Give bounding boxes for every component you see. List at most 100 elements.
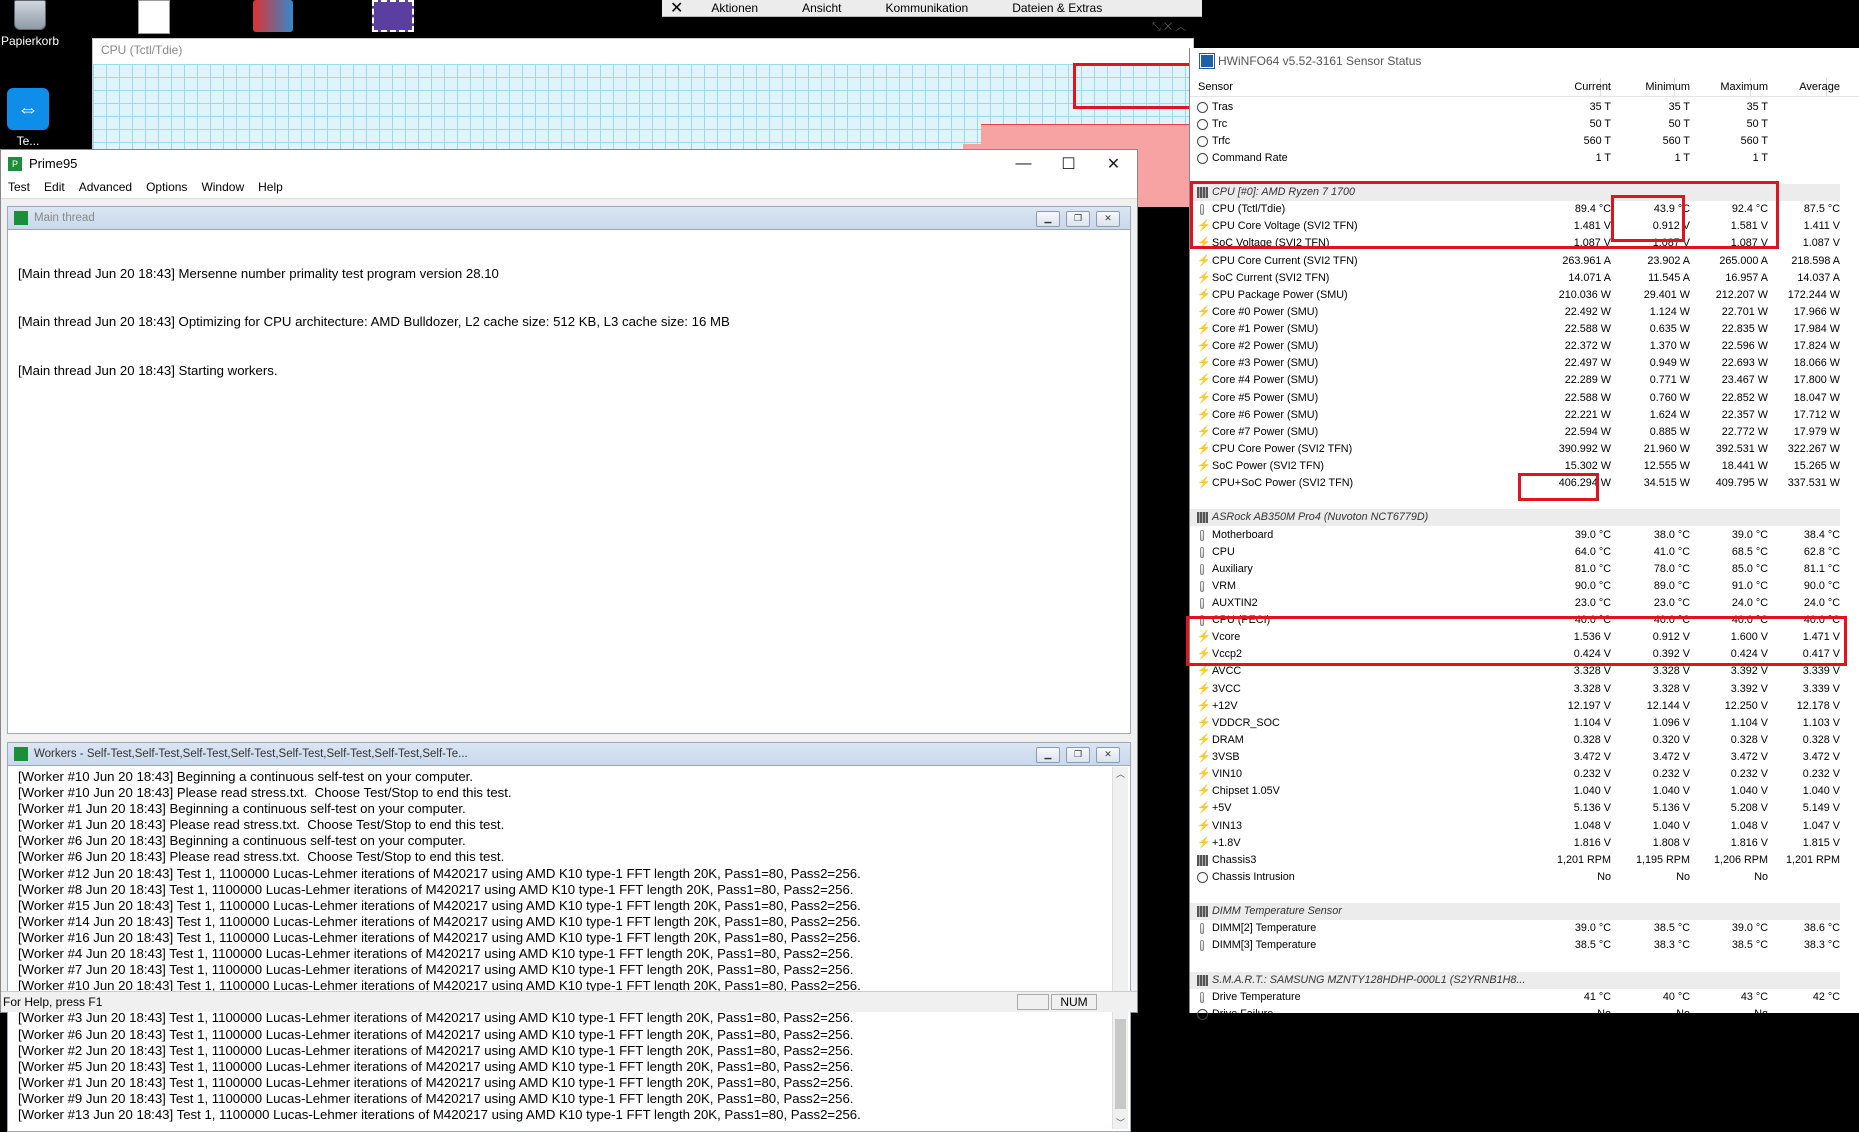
column-header-maximum[interactable]: Maximum (1688, 81, 1768, 93)
sensor-row[interactable]: Chassis3 1,201 RPM 1,195 RPM 1,206 RPM 1,201… (1190, 852, 1840, 869)
sensor-row[interactable]: ⚡ SoC Current (SVI2 TFN) 14.071 A 11.545 A 1… (1190, 270, 1840, 287)
sensor-row[interactable]: Chassis Intrusion No No No (1190, 869, 1840, 886)
teamviewer-shortcut[interactable]: ⇔ Te... (0, 88, 66, 148)
scroll-up-icon[interactable]: ︿ (1113, 767, 1128, 780)
sensor-row[interactable]: ⚡ Core #7 Power (SMU) 22.594 W 0.885 W 22.77… (1190, 424, 1840, 441)
close-button[interactable]: ✕ (1091, 150, 1136, 178)
recycle-bin-shortcut[interactable]: Papierkorb (0, 0, 68, 48)
sensor-row[interactable]: Motherboard 39.0 °C 38.0 °C 39.0 °C 38.4 °C (1190, 527, 1840, 544)
sensor-row[interactable]: CPU 64.0 °C 41.0 °C 68.5 °C 62.8 °C (1190, 544, 1840, 561)
toolbar-item-actions[interactable]: Aktionen (711, 1, 758, 15)
scroll-down-icon[interactable]: ﹀ (1113, 1116, 1128, 1129)
menu-edit[interactable]: Edit (37, 178, 72, 198)
sensor-row[interactable]: ⚡ Core #6 Power (SMU) 22.221 W 1.624 W 22.35… (1190, 407, 1840, 424)
document-desktop-icon[interactable] (138, 0, 170, 34)
sensor-row[interactable]: ⚡ 3VCC 3.328 V 3.328 V 3.392 V 3.339 V (1190, 681, 1840, 698)
toolbar-item-view[interactable]: Ansicht (802, 1, 841, 15)
close-icon[interactable]: ✕ (670, 0, 683, 16)
sensor-row[interactable]: Drive Temperature 41 °C 40 °C 43 °C 42 °C (1190, 989, 1840, 1006)
toolbar-item-communication[interactable]: Kommunikation (885, 1, 968, 15)
sensor-row[interactable]: ⚡ CPU Core Power (SVI2 TFN) 390.992 W 21.96… (1190, 441, 1840, 458)
sensor-name: Tras (1212, 100, 1234, 113)
sensor-row[interactable]: Auxiliary 81.0 °C 78.0 °C 85.0 °C 81.1 °C (1190, 561, 1840, 578)
column-header-current[interactable]: Current (1531, 81, 1611, 93)
mdi-app-icon (14, 211, 28, 225)
sensor-row[interactable]: Tras 35 T 35 T 35 T (1190, 99, 1840, 116)
maximum-value: 5.208 V (1730, 802, 1768, 815)
sensor-row[interactable]: ⚡ AVCC 3.328 V 3.328 V 3.392 V 3.339 V (1190, 663, 1840, 680)
maximize-button[interactable]: ☐ (1046, 150, 1091, 178)
sensor-row[interactable]: ⚡ VIN13 1.048 V 1.040 V 1.048 V 1.047 V (1190, 818, 1840, 835)
mdi-close-button[interactable]: ✕ (1096, 211, 1120, 227)
hwinfo-titlebar[interactable]: HWiNFO64 v5.52-3161 Sensor Status (1190, 48, 1859, 74)
sensor-row[interactable]: ⚡ DRAM 0.328 V 0.320 V 0.328 V 0.328 V (1190, 732, 1840, 749)
menu-options[interactable]: Options (139, 178, 194, 198)
sensor-group-header[interactable]: DIMM Temperature Sensor (1190, 903, 1840, 921)
current-value: 38.5 °C (1574, 939, 1611, 952)
column-header-sensor[interactable]: Sensor (1198, 81, 1233, 93)
toolbar-item-files[interactable]: Dateien & Extras (1012, 1, 1102, 15)
mdi-minimize-button[interactable]: ▁ (1036, 747, 1060, 763)
log-line: [Main thread Jun 20 18:43] Mersenne numb… (18, 266, 499, 282)
minimum-value: 11.545 A (1648, 271, 1690, 284)
sensor-row[interactable]: ⚡ SoC Power (SVI2 TFN) 15.302 W 12.555 W 18.… (1190, 458, 1840, 475)
toolbar-restore-icons[interactable]: ⤡ ✕ ︿ (1152, 18, 1186, 34)
menu-window[interactable]: Window (194, 178, 251, 198)
sensor-row[interactable]: ⚡ VDDCR_SOC 1.104 V 1.096 V 1.104 V 1.103 V (1190, 715, 1840, 732)
sensor-row[interactable]: ⚡ Core #3 Power (SMU) 22.497 W 0.949 W 22.69… (1190, 355, 1840, 372)
sensor-row[interactable]: ⚡ Chipset 1.05V 1.040 V 1.040 V 1.040 V 1.040… (1190, 783, 1840, 800)
sensor-row[interactable]: ⚡ +1.8V 1.816 V 1.808 V 1.816 V 1.815 V (1190, 835, 1840, 852)
maximum-value: No (1754, 1007, 1768, 1020)
menu-help[interactable]: Help (251, 178, 290, 198)
maximum-value: 0.232 V (1730, 768, 1768, 781)
scrollbar-thumb[interactable] (1115, 1019, 1126, 1109)
workers-titlebar[interactable]: Workers - Self-Test,Self-Test,Self-Test,… (8, 743, 1130, 766)
menu-advanced[interactable]: Advanced (72, 178, 139, 198)
column-header-average[interactable]: Average (1760, 81, 1840, 93)
vertical-scrollbar[interactable]: ︿ ﹀ (1112, 767, 1128, 1129)
sensor-row[interactable]: AUXTIN2 23.0 °C 23.0 °C 24.0 °C 24.0 °C (1190, 595, 1840, 612)
sensor-row[interactable]: Trc 50 T 50 T 50 T (1190, 116, 1840, 133)
mdi-restore-button[interactable]: ❐ (1066, 211, 1090, 227)
mdi-restore-button[interactable]: ❐ (1066, 747, 1090, 763)
sensor-row[interactable]: ⚡ CPU Core Current (SVI2 TFN) 263.961 A 23.… (1190, 253, 1840, 270)
prime95-titlebar[interactable]: P Prime95 — ☐ ✕ (1, 150, 1137, 178)
sensor-row[interactable]: ⚡ Core #0 Power (SMU) 22.492 W 1.124 W 22.70… (1190, 304, 1840, 321)
sensor-group-header[interactable]: ASRock AB350M Pro4 (Nuvoton NCT6779D) (1190, 509, 1840, 527)
sensor-row[interactable]: ⚡ VIN10 0.232 V 0.232 V 0.232 V 0.232 V (1190, 766, 1840, 783)
sensor-row[interactable]: ⚡ CPU+SoC Power (SVI2 TFN) 406.294 W 34.515… (1190, 475, 1840, 492)
current-value: 22.492 W (1564, 305, 1611, 318)
sensor-row[interactable]: ⚡ Core #5 Power (SMU) 22.588 W 0.760 W 22.85… (1190, 390, 1840, 407)
sensor-row[interactable]: ⚡ Core #2 Power (SMU) 22.372 W 1.370 W 22.59… (1190, 338, 1840, 355)
column-header-minimum[interactable]: Minimum (1610, 81, 1690, 93)
sensor-row[interactable]: ⚡ +12V 12.197 V 12.144 V 12.250 V 12.178 V (1190, 698, 1840, 715)
menu-test[interactable]: Test (1, 178, 37, 198)
sensor-row[interactable]: Trfc 560 T 560 T 560 T (1190, 133, 1840, 150)
thermometer-desktop-icon[interactable] (253, 0, 293, 32)
sensor-name: Drive Failure (1212, 1007, 1274, 1020)
main-thread-log[interactable]: [Main thread Jun 20 18:43] Mersenne numb… (18, 234, 730, 411)
sensor-group-header[interactable]: S.M.A.R.T.: SAMSUNG MZNTY128HDHP-000L1 (… (1190, 971, 1840, 989)
minimum-value: 1.624 W (1649, 408, 1690, 421)
minimize-button[interactable]: — (1001, 150, 1046, 178)
sensor-row[interactable]: Command Rate 1 T 1 T 1 T (1190, 150, 1840, 167)
sensor-row[interactable]: ⚡ 3VSB 3.472 V 3.472 V 3.472 V 3.472 V (1190, 749, 1840, 766)
mdi-minimize-button[interactable]: ▁ (1036, 211, 1060, 227)
sensor-row[interactable]: ⚡ CPU Package Power (SMU) 210.036 W 29.401 … (1190, 287, 1840, 304)
sensor-row[interactable]: ⚡ Core #1 Power (SMU) 22.588 W 0.635 W 22.83… (1190, 321, 1840, 338)
current-value: 22.497 W (1564, 357, 1611, 370)
sensor-row[interactable]: DIMM[3] Temperature 38.5 °C 38.3 °C 38.5 °C… (1190, 937, 1840, 954)
circle-icon (1197, 152, 1208, 164)
main-thread-titlebar[interactable]: Main thread ▁ ❐ ✕ (8, 207, 1130, 230)
sensor-row[interactable]: DIMM[2] Temperature 39.0 °C 38.5 °C 39.0 °C… (1190, 920, 1840, 937)
minimum-value: 89.0 °C (1653, 579, 1690, 592)
sensor-name: CPU+SoC Power (SVI2 TFN) (1212, 477, 1354, 490)
workers-log[interactable]: [Worker #10 Jun 20 18:43] Beginning a co… (18, 769, 861, 1123)
mdi-close-button[interactable]: ✕ (1096, 747, 1120, 763)
cpu-z-desktop-icon[interactable] (372, 0, 414, 32)
current-value: 22.372 W (1564, 340, 1611, 353)
sensor-row[interactable]: VRM 90.0 °C 89.0 °C 91.0 °C 90.0 °C (1190, 578, 1840, 595)
sensor-row[interactable]: ⚡ Core #4 Power (SMU) 22.289 W 0.771 W 23.46… (1190, 372, 1840, 389)
sensor-row[interactable]: Drive Failure No No No (1190, 1006, 1840, 1023)
sensor-row[interactable]: ⚡ +5V 5.136 V 5.136 V 5.208 V 5.149 V (1190, 800, 1840, 817)
